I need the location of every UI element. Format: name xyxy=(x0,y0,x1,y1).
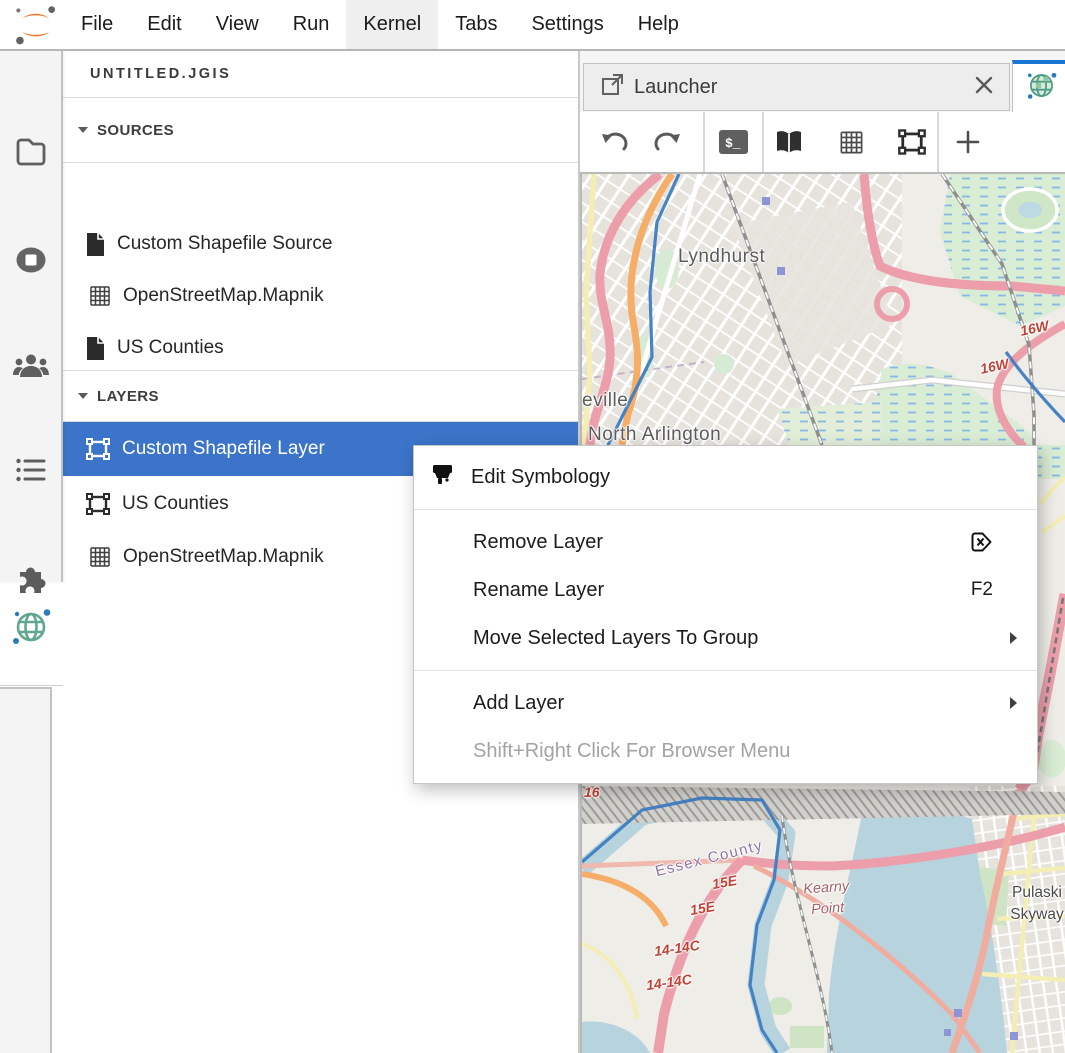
collaboration-users-icon[interactable] xyxy=(12,351,50,386)
menu-item-label: Remove Layer xyxy=(473,531,603,554)
running-kernels-icon[interactable] xyxy=(13,244,49,281)
tab-bar: Launcher xyxy=(580,51,1065,112)
menu-help[interactable]: Help xyxy=(621,0,696,49)
document-toolbar: $_ xyxy=(580,112,1065,172)
tab-launcher[interactable]: Launcher xyxy=(583,63,1010,111)
vector-polygon-icon xyxy=(85,492,111,516)
menu-settings[interactable]: Settings xyxy=(514,0,620,49)
menubar: File Edit View Run Kernel Tabs Settings … xyxy=(0,0,1065,51)
raster-grid-icon xyxy=(88,545,112,569)
layer-item-label: Custom Shapefile Layer xyxy=(122,438,325,460)
jupytergis-panel-icon[interactable] xyxy=(11,606,52,647)
source-item-label: US Counties xyxy=(117,337,224,359)
file-icon xyxy=(85,232,106,257)
menu-item-label: Move Selected Layers To Group xyxy=(473,627,758,650)
jupyter-logo-icon xyxy=(12,4,58,47)
menu-kernel[interactable]: Kernel xyxy=(346,0,438,49)
vector-polygon-icon[interactable] xyxy=(890,112,934,172)
menu-view[interactable]: View xyxy=(199,0,276,49)
jupyterlab-window: File Edit View Run Kernel Tabs Settings … xyxy=(0,0,1065,1053)
sidebar-divider xyxy=(0,685,63,686)
shortcut-f2: F2 xyxy=(971,579,993,601)
menu-item-label: Rename Layer xyxy=(473,579,604,602)
layer-item-label: OpenStreetMap.Mapnik xyxy=(123,546,324,568)
menu-file[interactable]: File xyxy=(64,0,130,49)
submenu-arrow-icon xyxy=(1010,697,1017,709)
menu-item-move-to-group[interactable]: Move Selected Layers To Group xyxy=(414,614,1037,662)
source-item-label: Custom Shapefile Source xyxy=(117,233,332,255)
external-link-icon xyxy=(601,73,624,101)
menu-item-edit-symbology[interactable]: Edit Symbology xyxy=(414,446,1037,509)
extension-manager-icon[interactable] xyxy=(13,559,49,600)
book-icon[interactable] xyxy=(767,112,811,172)
table-of-contents-icon[interactable] xyxy=(14,455,48,490)
sources-section-header[interactable]: SOURCES xyxy=(63,98,578,163)
source-item-us-counties[interactable]: US Counties xyxy=(63,322,578,374)
tab-jgis-document[interactable] xyxy=(1012,60,1065,112)
menu-item-label: Shift+Right Click For Browser Menu xyxy=(473,740,790,763)
layer-context-menu: Edit Symbology Remove Layer Rename Layer… xyxy=(413,445,1038,784)
submenu-arrow-icon xyxy=(1010,632,1017,644)
chevron-down-icon xyxy=(78,127,88,133)
source-item-label: OpenStreetMap.Mapnik xyxy=(123,285,324,307)
layer-item-label: US Counties xyxy=(122,493,229,515)
close-icon[interactable] xyxy=(973,74,995,101)
layers-label: LAYERS xyxy=(97,388,159,405)
source-item-osm-mapnik[interactable]: OpenStreetMap.Mapnik xyxy=(63,270,578,322)
terminal-console-icon[interactable]: $_ xyxy=(711,112,755,172)
add-icon[interactable] xyxy=(946,112,990,172)
tab-launcher-label: Launcher xyxy=(634,76,973,99)
menu-item-browser-menu-hint: Shift+Right Click For Browser Menu xyxy=(414,727,1037,775)
source-item-custom-shapefile[interactable]: Custom Shapefile Source xyxy=(63,218,578,270)
toolbar-separator xyxy=(762,112,764,172)
menu-item-label: Add Layer xyxy=(473,692,564,715)
chevron-down-icon xyxy=(78,393,88,399)
svg-text:$_: $_ xyxy=(725,136,741,151)
raster-grid-icon[interactable] xyxy=(829,112,873,172)
symbology-brush-icon xyxy=(430,462,455,493)
file-icon xyxy=(85,336,106,361)
menu-item-label: Edit Symbology xyxy=(471,466,610,489)
file-browser-icon[interactable] xyxy=(14,134,48,171)
undo-icon[interactable] xyxy=(592,112,636,172)
activity-bar-bottom xyxy=(0,687,52,1053)
menu-item-rename-layer[interactable]: Rename Layer F2 xyxy=(414,566,1037,614)
sources-label: SOURCES xyxy=(97,122,174,139)
menu-edit[interactable]: Edit xyxy=(130,0,198,49)
toolbar-separator xyxy=(937,112,939,172)
toolbar-separator xyxy=(703,112,705,172)
menu-run[interactable]: Run xyxy=(276,0,347,49)
left-activity-bar xyxy=(0,51,63,582)
remove-layer-icon xyxy=(969,530,993,554)
gis-globe-icon xyxy=(1026,70,1057,106)
redo-icon[interactable] xyxy=(646,112,690,172)
menu-item-remove-layer[interactable]: Remove Layer xyxy=(414,518,1037,566)
menu-item-add-layer[interactable]: Add Layer xyxy=(414,679,1037,727)
raster-grid-icon xyxy=(88,284,112,308)
menu-tabs[interactable]: Tabs xyxy=(438,0,514,49)
layers-section-header[interactable]: LAYERS xyxy=(63,370,578,422)
panel-title: UNTITLED.JGIS xyxy=(63,51,578,98)
vector-polygon-icon xyxy=(85,437,111,461)
